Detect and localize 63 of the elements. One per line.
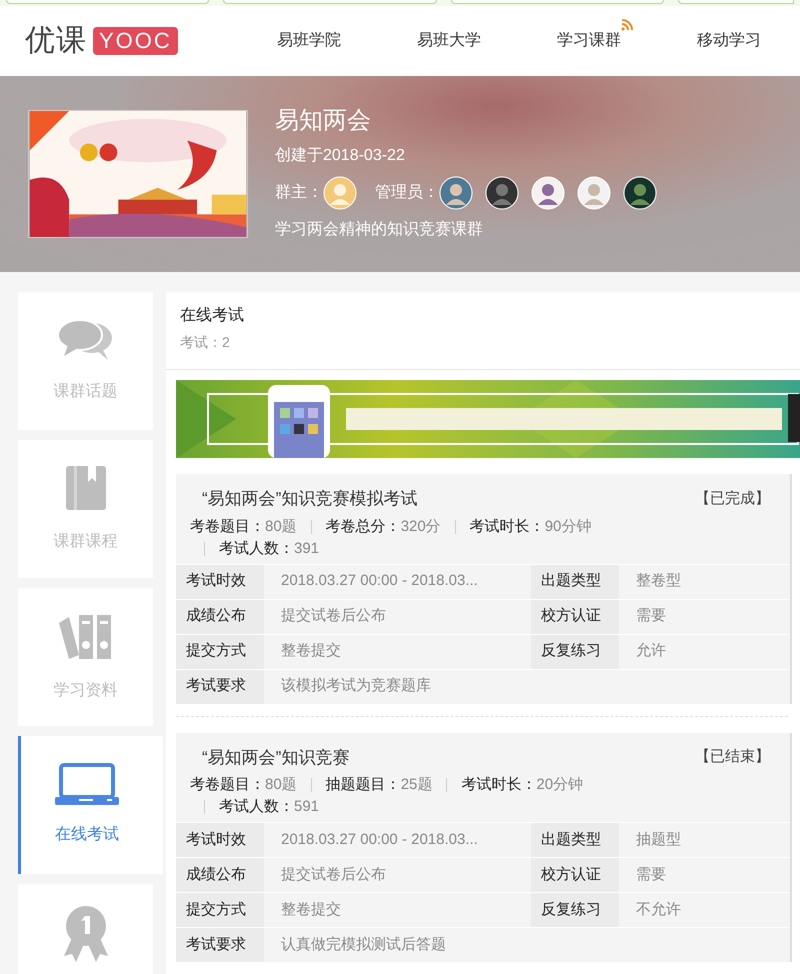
admin-label: 管理员： — [375, 183, 439, 203]
field-label: 成绩公布 — [176, 858, 264, 892]
browser-tab[interactable] — [678, 0, 794, 4]
laptop-icon — [55, 763, 119, 805]
exam-title[interactable]: “易知两会”知识竞赛模拟考试 — [202, 486, 418, 512]
exam-status: 【已结束】 — [695, 747, 770, 767]
field-label: 反复练习 — [531, 893, 619, 927]
sidebar-item[interactable]: 在线考试 — [18, 736, 163, 874]
field-value: 整卷型 — [635, 571, 682, 592]
field-value: 提交试卷后公布 — [280, 606, 387, 626]
book-icon — [64, 464, 108, 512]
field-label: 考试时效 — [176, 564, 264, 598]
field-label: 出题类型 — [531, 564, 619, 598]
field-value: 需要 — [635, 864, 667, 885]
exam-stat: 考试人数：391 — [219, 538, 320, 558]
exam-status: 【已完成】 — [695, 488, 770, 508]
exam-title[interactable]: “易知两会”知识竞赛 — [202, 744, 350, 770]
browser-tab[interactable] — [450, 0, 664, 4]
field-label: 成绩公布 — [176, 600, 264, 634]
nav-link[interactable]: 易班学院 — [277, 32, 341, 49]
browser-tab[interactable] — [223, 0, 437, 4]
exam-stat: 抽题题目：25题 — [326, 775, 432, 795]
field-label: 出题类型 — [531, 823, 619, 857]
field-label: 反复练习 — [531, 634, 619, 668]
field-label: 考试要求 — [176, 670, 264, 704]
field-label: 校方认证 — [531, 600, 619, 634]
field-label: 校方认证 — [531, 858, 619, 892]
exam-stat: 考试时长：20分钟 — [461, 775, 584, 795]
logo-text[interactable]: 优课 — [25, 26, 87, 56]
medal-icon — [62, 904, 110, 962]
browser-tab[interactable] — [6, 0, 210, 4]
field-value: 需要 — [635, 606, 667, 626]
nav-link[interactable]: 移动学习 — [697, 32, 761, 49]
field-label: 考试要求 — [176, 928, 264, 962]
logo-badge[interactable]: YOOC — [93, 27, 178, 55]
field-value: 不允许 — [635, 900, 682, 920]
nav-link[interactable]: 易班大学 — [417, 32, 481, 49]
field-value: 整卷提交 — [280, 900, 342, 920]
exam-stat: 考卷题目：80题 — [190, 516, 297, 536]
nav-link[interactable]: 学习课群 — [557, 32, 621, 49]
section-title: 在线考试 — [180, 306, 245, 326]
field-value: 允许 — [635, 641, 667, 662]
avatar[interactable] — [485, 176, 519, 210]
created-date: 创建于2018-03-22 — [275, 146, 406, 166]
group-title: 易知两会 — [275, 106, 372, 136]
exam-count: 考试：2 — [180, 333, 231, 352]
group-description: 学习两会精神的知识竞赛课群 — [275, 220, 484, 240]
exam-stat: 考试人数：591 — [219, 797, 320, 817]
field-value: 提交试卷后公布 — [280, 864, 387, 885]
field-value: 2018.03.27 00:00 - 2018.03... — [280, 571, 479, 592]
field-label: 提交方式 — [176, 893, 264, 927]
exam-stat: 考试时长：90分钟 — [470, 516, 592, 536]
field-value: 2018.03.27 00:00 - 2018.03... — [280, 830, 479, 850]
field-value: 认真做完模拟测试后答题 — [280, 934, 447, 955]
exam-stat: 考卷总分：320分 — [326, 516, 441, 536]
exam-stat: 考卷题目：80题 — [190, 775, 297, 795]
avatar[interactable] — [623, 176, 657, 210]
field-value: 该模拟考试为竞赛题库 — [280, 676, 432, 696]
field-label: 提交方式 — [176, 634, 264, 668]
field-label: 考试时效 — [176, 823, 264, 857]
field-value: 整卷提交 — [280, 641, 342, 662]
owner-label: 群主： — [275, 182, 323, 203]
field-value: 抽题型 — [635, 830, 682, 850]
